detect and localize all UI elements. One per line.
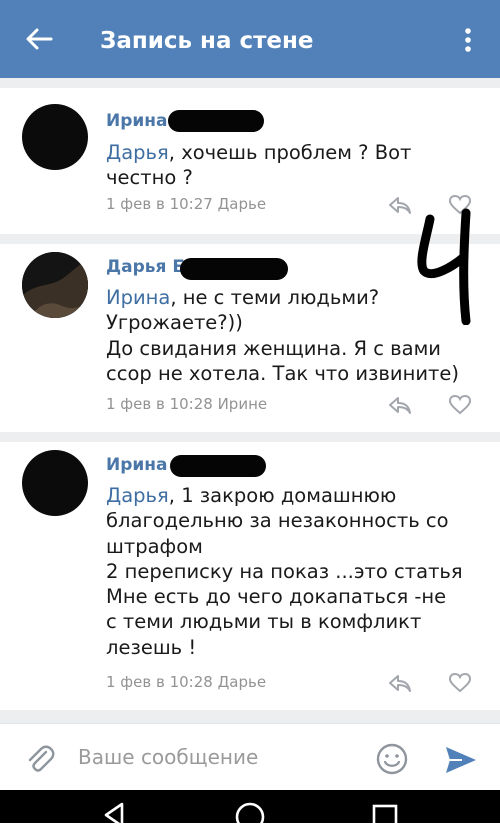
heart-icon (449, 395, 471, 415)
nav-recent-icon[interactable] (370, 802, 400, 832)
mention-link[interactable]: Дарья (106, 484, 169, 507)
more-vertical-icon (465, 28, 471, 52)
comment-text: Дарья, хочешь проблем ? Вот честно ? (106, 141, 412, 190)
emoji-icon[interactable] (375, 742, 409, 776)
mention-link[interactable]: Дарья (106, 141, 169, 164)
comment-author[interactable]: Ирина (106, 110, 168, 132)
app-header: Запись на стене (0, 0, 500, 78)
send-icon[interactable] (444, 745, 478, 775)
comment-meta: 1 фев в 10:28 Дарье (106, 673, 267, 691)
back-arrow-icon (26, 28, 53, 50)
comment: Ирина Дарья, 1 закрою домашнюю благодель… (0, 442, 500, 710)
comment-meta: 1 фев в 10:28 Ирине (106, 395, 268, 413)
reply-icon (389, 675, 411, 692)
comment-divider (0, 710, 500, 723)
like-button[interactable] (446, 671, 474, 695)
nav-home-icon[interactable] (233, 800, 267, 834)
heart-icon (449, 673, 471, 693)
handwritten-annotation (417, 208, 471, 325)
reply-button[interactable] (386, 671, 414, 695)
redaction-scribble (180, 258, 288, 280)
more-options-button[interactable] (455, 24, 481, 56)
comment-meta: 1 фев в 10:27 Дарье (106, 195, 267, 213)
reply-icon (389, 397, 411, 414)
like-button[interactable] (446, 393, 474, 417)
system-nav-bar (0, 790, 500, 832)
paperclip-icon[interactable] (24, 742, 56, 774)
avatar[interactable] (22, 104, 88, 170)
mention-link[interactable]: Ирина (106, 286, 170, 309)
avatar[interactable] (22, 252, 88, 318)
reply-button[interactable] (386, 393, 414, 417)
redaction-scribble (170, 455, 266, 477)
back-button[interactable] (22, 25, 56, 53)
message-composer (0, 723, 500, 791)
avatar-image (22, 252, 88, 318)
comment-author[interactable]: Ирина (106, 454, 168, 476)
page-title: Запись на стене (100, 28, 314, 54)
comment-divider (0, 432, 500, 442)
comment-text: Дарья, 1 закрою домашнюю благодельню за … (106, 484, 463, 659)
nav-back-icon[interactable] (100, 800, 130, 830)
header-gap (0, 78, 500, 88)
comment-author[interactable]: Дарья Б (106, 256, 185, 278)
avatar[interactable] (22, 450, 88, 516)
redaction-scribble (168, 110, 264, 132)
message-input[interactable] (78, 740, 358, 774)
